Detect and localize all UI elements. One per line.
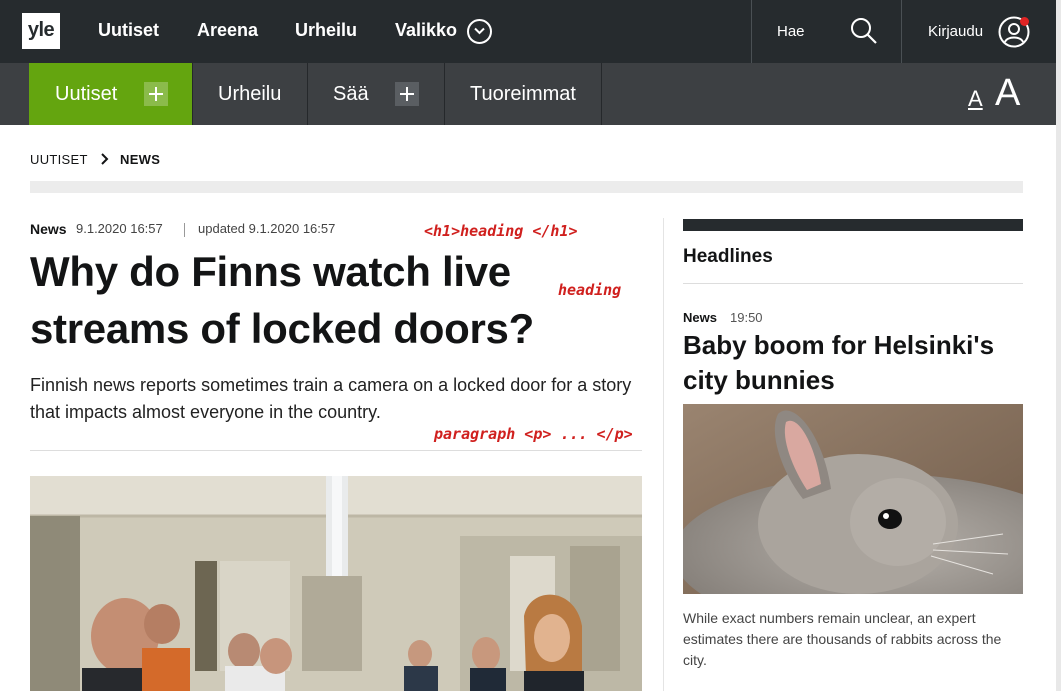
headlines-top-bar <box>683 219 1023 231</box>
topnav-divider <box>751 0 752 63</box>
top-navigation-bar: yle Uutiset Areena Urheilu Valikko Hae K… <box>0 0 1061 63</box>
plus-icon[interactable] <box>144 82 168 106</box>
section-tab-uutiset[interactable]: Uutiset <box>29 63 192 125</box>
article-lead-paragraph: Finnish news reports sometimes train a c… <box>30 375 632 422</box>
headline-time: 19:50 <box>730 310 763 325</box>
divider <box>683 283 1023 284</box>
search-icon[interactable] <box>850 17 878 45</box>
yle-logo[interactable]: yle <box>22 13 60 49</box>
section-tab-label: Uutiset <box>55 83 118 105</box>
section-divider <box>307 63 308 125</box>
login-label[interactable]: Kirjaudu <box>928 23 983 40</box>
headline-link[interactable]: Baby boom for Helsinki's city bunnies <box>683 328 1028 398</box>
section-divider <box>444 63 445 125</box>
headline-category[interactable]: News <box>683 310 717 325</box>
section-tab-tuoreimmat[interactable]: Tuoreimmat <box>470 63 576 125</box>
topnav-areena[interactable]: Areena <box>197 20 258 41</box>
article-published-date: 9.1.2020 16:57 <box>76 221 163 236</box>
article-headline: Why do Finns watch live streams of locke… <box>30 243 630 357</box>
headlines-title: Headlines <box>683 246 773 267</box>
article-updated-date: updated 9.1.2020 16:57 <box>198 221 336 236</box>
topnav-divider <box>901 0 902 63</box>
topnav-valikko[interactable]: Valikko <box>395 20 457 41</box>
annotation-paragraph: paragraph <p> ... </p> <box>434 425 633 443</box>
breadcrumb-current: NEWS <box>120 152 161 167</box>
notification-dot <box>1020 17 1029 26</box>
font-size-small-button[interactable]: A <box>968 86 983 112</box>
plus-icon[interactable] <box>395 82 419 106</box>
annotation-h1-heading: <h1>heading </h1> <box>424 222 578 240</box>
article-main-photo <box>30 476 642 691</box>
breadcrumb-parent[interactable]: UUTISET <box>30 152 88 167</box>
section-tab-urheilu[interactable]: Urheilu <box>218 63 281 125</box>
topnav-uutiset[interactable]: Uutiset <box>98 20 159 41</box>
scrollbar[interactable] <box>1056 0 1061 691</box>
ad-placeholder-bar <box>30 181 1023 193</box>
search-label[interactable]: Hae <box>777 23 805 40</box>
section-divider <box>601 63 602 125</box>
rabbit-photo[interactable] <box>683 404 1023 594</box>
article-headline-line: streams of locked doors? <box>30 305 534 352</box>
chevron-right-icon <box>99 152 111 166</box>
section-bar: Uutiset Urheilu Sää Tuoreimmat <box>0 63 1056 125</box>
section-divider <box>192 63 193 125</box>
font-size-large-button[interactable]: A <box>995 72 1020 115</box>
article-category[interactable]: News <box>30 221 67 237</box>
headline-caption: While exact numbers remain unclear, an e… <box>683 610 1002 668</box>
article-headline-line: Why do Finns watch live <box>30 248 511 295</box>
annotation-heading: heading <box>558 281 622 299</box>
divider <box>30 450 642 451</box>
chevron-down-icon[interactable] <box>467 19 492 44</box>
topnav-urheilu[interactable]: Urheilu <box>295 20 357 41</box>
column-divider <box>663 218 664 691</box>
meta-divider <box>184 223 185 237</box>
section-tab-saa[interactable]: Sää <box>333 63 369 125</box>
